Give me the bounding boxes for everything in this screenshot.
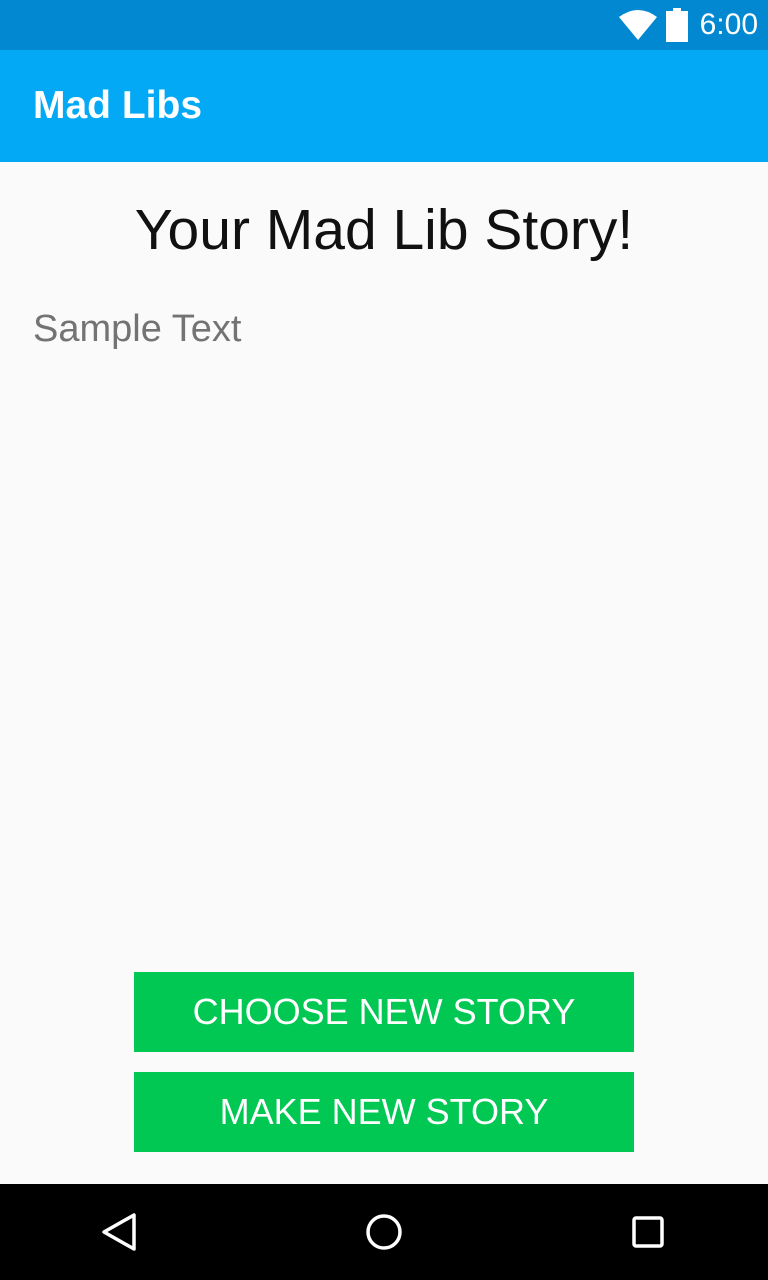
story-text: Sample Text: [33, 308, 242, 350]
screen: 6:00 Mad Libs Your Mad Lib Story! Sample…: [0, 0, 768, 1280]
back-button[interactable]: [72, 1184, 168, 1280]
status-time: 6:00: [699, 8, 758, 41]
recents-icon: [632, 1216, 664, 1248]
app-bar: Mad Libs: [0, 50, 768, 162]
app-title: Mad Libs: [33, 84, 203, 127]
choose-new-story-button[interactable]: CHOOSE NEW STORY: [134, 972, 634, 1052]
home-button[interactable]: [336, 1184, 432, 1280]
home-icon: [366, 1214, 402, 1250]
battery-icon: [665, 8, 688, 42]
make-new-story-button[interactable]: MAKE NEW STORY: [134, 1072, 634, 1152]
story-heading: Your Mad Lib Story!: [134, 198, 634, 262]
status-bar: 6:00: [0, 0, 768, 50]
status-icons: 6:00: [618, 0, 758, 50]
recents-button[interactable]: [600, 1184, 696, 1280]
wifi-icon: [618, 10, 657, 40]
back-icon: [102, 1213, 136, 1251]
navigation-bar: [0, 1184, 768, 1280]
